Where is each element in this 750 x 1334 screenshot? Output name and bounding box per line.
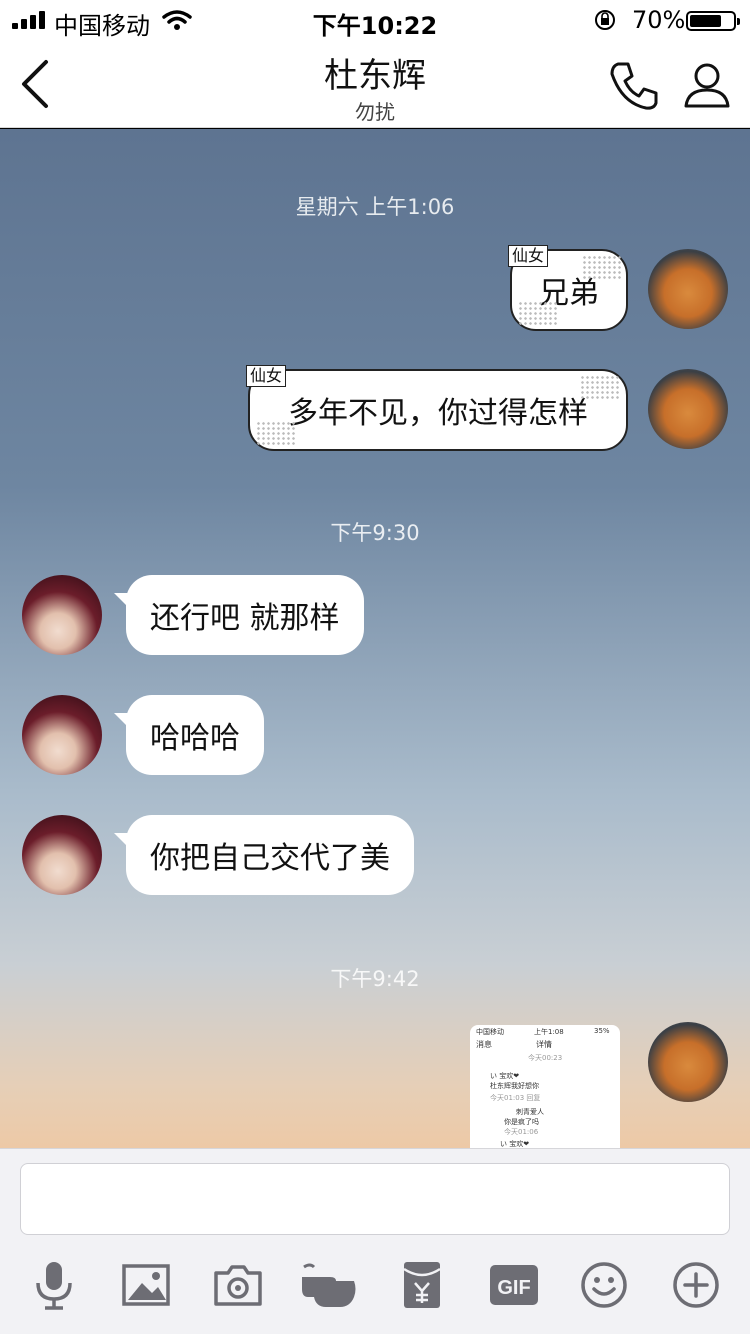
sticker-dots [256,421,296,445]
thumb-reply-user: 刺青爱人 [516,1108,544,1116]
thumb-time: 上午1:08 [534,1028,564,1036]
sticker-tag: 仙女 [508,245,549,267]
thumb-battery: 35% [594,1027,610,1035]
sticker-tag: 仙女 [246,365,287,387]
thumb-date: 今天00:23 [528,1054,563,1062]
thumb-text: 杜东辉我好想你 [490,1082,539,1090]
image-icon[interactable] [120,1259,172,1311]
contact-avatar[interactable] [22,575,102,655]
thumb-title: 详情 [536,1040,552,1049]
rotation-lock-icon [595,10,615,30]
camera-icon[interactable] [212,1259,264,1311]
message-text: 哈哈哈 [150,721,240,756]
message-bubble-incoming[interactable]: 你把自己交代了美 [126,815,414,895]
message-bubble-incoming[interactable]: 还行吧 就那样 [126,575,364,655]
message-input[interactable] [20,1163,730,1235]
sticker-dots [582,255,622,279]
message-text: 你把自己交代了美 [150,841,390,876]
contact-profile-icon[interactable] [682,60,732,110]
toolbar: GIF [0,1259,750,1311]
timestamp: 下午9:30 [330,521,420,545]
message-bubble-incoming[interactable]: 哈哈哈 [126,695,264,775]
gif-icon[interactable]: GIF [488,1259,540,1311]
thumb-reply-meta: 今天01:06 [504,1128,539,1136]
my-avatar[interactable] [648,249,728,329]
thumb-carrier: 中国移动 [476,1028,504,1036]
red-packet-icon[interactable] [396,1259,448,1311]
thumb-last-user: い 宝欢❤ [500,1140,530,1148]
image-message[interactable]: 中国移动 上午1:08 35% 消息 详情 今天00:23 い 宝欢❤ 杜东辉我… [470,1025,620,1148]
message-bubble-outgoing[interactable]: 仙女 多年不见，你过得怎样 [246,365,628,451]
timestamp: 星期六 上午1:06 [295,195,455,219]
thumb-meta: 今天01:03 回复 [490,1094,541,1102]
plus-icon[interactable] [670,1259,722,1311]
phone-icon[interactable] [608,60,660,112]
my-avatar[interactable] [648,369,728,449]
chat-area[interactable]: 星期六 上午1:06 仙女 兄弟 仙女 多年不见，你过得怎样 下午9:30 还行… [0,129,750,1148]
mic-icon[interactable] [28,1259,80,1311]
sticker-dots [580,375,620,399]
poke-icon[interactable] [300,1259,358,1311]
thumb-user: い 宝欢❤ [490,1072,520,1080]
input-panel: GIF [0,1148,750,1334]
status-bar: 中国移动 下午10:22 70% [0,0,750,40]
timestamp: 下午9:42 [330,967,420,991]
contact-avatar[interactable] [22,695,102,775]
my-avatar[interactable] [648,1022,728,1102]
message-text: 多年不见，你过得怎样 [288,396,588,431]
sticker-dots [518,301,558,325]
battery-percent: 70% [632,6,686,34]
message-text: 还行吧 就那样 [150,601,340,636]
contact-avatar[interactable] [22,815,102,895]
svg-text:GIF: GIF [497,1277,530,1299]
battery-icon [686,11,740,31]
thumb-back: 消息 [476,1040,492,1049]
top-bar: 中国移动 下午10:22 70% 杜东辉 勿扰 [0,0,750,128]
message-bubble-outgoing[interactable]: 仙女 兄弟 [508,245,628,331]
thumb-reply-text: 你是疯了吗 [504,1118,539,1126]
emoji-icon[interactable] [578,1259,630,1311]
